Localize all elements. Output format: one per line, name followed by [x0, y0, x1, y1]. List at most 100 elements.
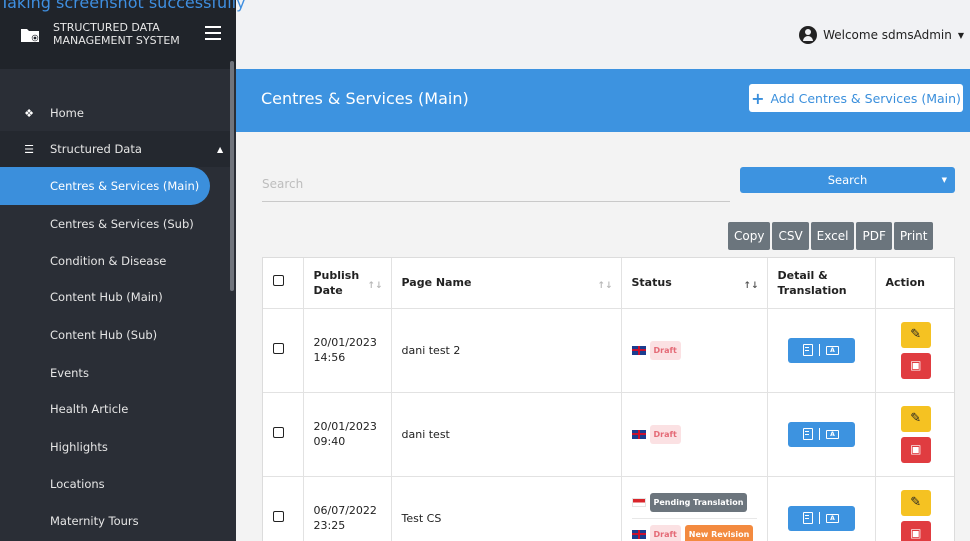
- detail-cell: A: [767, 476, 876, 541]
- sidebar-item-condition-disease[interactable]: Condition & Disease: [0, 243, 230, 279]
- edit-icon: ✎: [910, 495, 922, 510]
- date-text: 20/01/2023: [313, 420, 377, 433]
- delete-button[interactable]: ▣: [900, 520, 931, 541]
- search-field: [262, 166, 730, 202]
- table-header-row: Publish Date ↑↓ Page Name ↑↓ Status ↑↓ Deta…: [263, 258, 954, 309]
- sidebar-scrollbar[interactable]: [230, 61, 234, 291]
- column-label: Detail & Translation: [777, 268, 847, 297]
- welcome-text: Welcome sdmsAdmin: [823, 28, 952, 42]
- document-search-icon: [803, 512, 813, 524]
- table-row: 06/07/2022 23:25 Test CS Pending Translat…: [263, 476, 954, 541]
- brand-title: STRUCTURED DATA MANAGEMENT SYSTEM: [53, 21, 180, 47]
- action-cell: ✎ ▣: [875, 392, 954, 477]
- sidebar-item-label: Content Hub (Sub): [50, 328, 158, 342]
- column-header-page-name[interactable]: Page Name ↑↓: [391, 258, 622, 309]
- search-button-label: Search: [827, 173, 868, 187]
- status-badge: Draft: [649, 340, 681, 360]
- delete-button[interactable]: ▣: [900, 436, 931, 463]
- revision-badge: New Revision: [684, 524, 754, 541]
- sidebar-item-events[interactable]: Events: [0, 355, 230, 391]
- caret-up-icon: ▲: [217, 144, 224, 154]
- edit-button[interactable]: ✎: [900, 489, 931, 516]
- column-label: Action: [885, 276, 925, 290]
- column-header-action: Action: [875, 258, 954, 309]
- detail-translation-button[interactable]: A: [787, 337, 855, 363]
- select-all-checkbox[interactable]: [273, 275, 284, 287]
- user-menu[interactable]: Welcome sdmsAdmin ▼: [799, 26, 964, 44]
- page-title: Centres & Services (Main): [261, 89, 469, 108]
- sidebar-item-structured-data[interactable]: ☰ Structured Data ▲: [0, 131, 230, 167]
- sidebar-item-highlights[interactable]: Highlights: [0, 429, 230, 465]
- row-checkbox[interactable]: [273, 426, 284, 438]
- add-button[interactable]: + Add Centres & Services (Main): [749, 84, 963, 112]
- edit-icon: ✎: [910, 327, 922, 342]
- sidebar-item-label: Maternity Tours: [50, 514, 139, 528]
- search-button[interactable]: Search ▼: [740, 167, 955, 193]
- sidebar-item-maternity-tours[interactable]: Maternity Tours: [0, 503, 230, 539]
- document-search-icon: [803, 428, 813, 440]
- csv-button[interactable]: CSV: [772, 222, 809, 250]
- pdf-button[interactable]: PDF: [856, 222, 892, 250]
- status-cell: Pending Translation Draft New Revision: [621, 476, 768, 541]
- sidebar-item-health-article[interactable]: Health Article: [0, 391, 230, 427]
- detail-translation-button[interactable]: A: [787, 505, 855, 531]
- plus-icon: +: [751, 88, 765, 108]
- translate-icon: A: [826, 345, 839, 355]
- column-label: Publish Date: [313, 268, 360, 297]
- sidebar-item-home[interactable]: ❖ Home: [0, 95, 230, 131]
- detail-translation-button[interactable]: A: [787, 421, 855, 447]
- sidebar-item-locations[interactable]: Locations: [0, 466, 230, 502]
- menu-toggle-icon[interactable]: [205, 26, 221, 40]
- sort-icon: ↑↓: [743, 280, 759, 291]
- document-search-icon: [803, 344, 813, 356]
- status-badge: Draft: [649, 424, 681, 444]
- page-header: Centres & Services (Main) + Add Centres …: [236, 69, 970, 132]
- search-input[interactable]: [262, 166, 730, 201]
- sort-icon: ↑↓: [367, 280, 383, 291]
- home-icon: ❖: [24, 106, 34, 120]
- sidebar-item-label: Events: [50, 366, 89, 380]
- copy-button[interactable]: Copy: [728, 222, 771, 250]
- sidebar-item-label: Content Hub (Main): [50, 290, 163, 304]
- select-all-header: [263, 258, 304, 309]
- sidebar-item-centres-services-sub[interactable]: Centres & Services (Sub): [0, 206, 230, 242]
- date-text: 06/07/2022: [313, 504, 377, 517]
- publish-date-cell: 20/01/2023 09:40: [303, 392, 392, 477]
- page-name-cell: Test CS: [391, 476, 622, 541]
- user-avatar-icon: [799, 26, 818, 44]
- database-icon: ☰: [24, 142, 34, 156]
- status-badge: Draft: [649, 524, 681, 541]
- detail-cell: A: [767, 392, 876, 477]
- sidebar-item-centres-services-main[interactable]: Centres & Services (Main): [0, 167, 210, 205]
- top-bar: Welcome sdmsAdmin ▼: [236, 0, 970, 69]
- sidebar-item-label: Condition & Disease: [50, 254, 167, 268]
- indonesia-flag-icon: [631, 497, 646, 507]
- translate-icon: A: [826, 513, 839, 523]
- row-checkbox[interactable]: [273, 510, 284, 522]
- excel-button[interactable]: Excel: [810, 222, 855, 250]
- time-text: 09:40: [313, 435, 346, 448]
- time-text: 23:25: [313, 519, 346, 532]
- uk-flag-icon: [631, 529, 646, 539]
- sort-icon: ↑↓: [597, 280, 613, 291]
- sidebar-item-content-hub-sub[interactable]: Content Hub (Sub): [0, 317, 230, 353]
- sidebar-item-label: Structured Data: [50, 142, 142, 156]
- column-header-status[interactable]: Status ↑↓: [621, 258, 768, 309]
- export-buttons: Copy CSV Excel PDF Print: [728, 222, 934, 250]
- sidebar-item-label: Highlights: [50, 440, 108, 454]
- column-label: Status: [631, 276, 672, 290]
- status-cell: Draft: [621, 392, 768, 477]
- delete-button[interactable]: ▣: [900, 352, 931, 379]
- edit-button[interactable]: ✎: [900, 321, 931, 348]
- status-cell: Draft: [621, 308, 768, 393]
- time-text: 14:56: [313, 351, 346, 364]
- uk-flag-icon: [631, 429, 646, 439]
- row-checkbox[interactable]: [273, 342, 284, 354]
- screenshot-notice: Taking screenshot successfully: [0, 0, 246, 12]
- print-button[interactable]: Print: [893, 222, 934, 250]
- edit-button[interactable]: ✎: [900, 405, 931, 432]
- uk-flag-icon: [631, 345, 646, 355]
- sidebar-item-content-hub-main[interactable]: Content Hub (Main): [0, 279, 230, 315]
- trash-icon: ▣: [910, 442, 922, 456]
- column-header-publish-date[interactable]: Publish Date ↑↓: [303, 258, 392, 309]
